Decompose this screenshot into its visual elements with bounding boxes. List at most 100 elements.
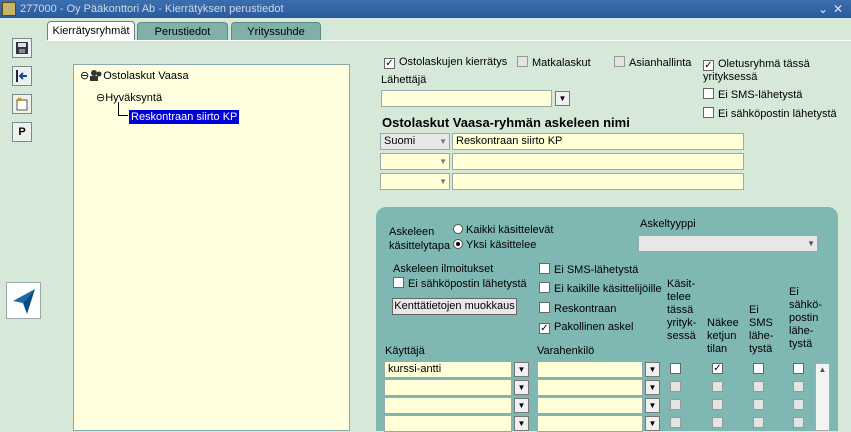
ei-sahkoposti-row-checkbox[interactable] <box>793 399 804 410</box>
pakollinen-checkbox[interactable]: ✓ Pakollinen askel <box>539 321 634 334</box>
lahettaja-input[interactable] <box>381 90 552 107</box>
user-input[interactable] <box>384 415 512 432</box>
deputy-dropdown-icon[interactable]: ▼ <box>645 398 660 413</box>
window-title: 277000 - Oy Pääkonttori Ab - Kierrätykse… <box>20 3 284 15</box>
checkbox-box: ✓ <box>703 60 714 71</box>
step-ei-sms-checkbox[interactable]: Ei SMS-lähetystä <box>539 263 638 276</box>
checkbox-box <box>703 107 714 118</box>
tab-yrityssuhde[interactable]: Yrityssuhde <box>231 22 321 41</box>
asianhallinta-checkbox[interactable]: Asianhallinta <box>614 56 691 69</box>
deputy-input[interactable] <box>537 415 643 432</box>
exit-icon[interactable] <box>12 66 32 86</box>
kasittelee-checkbox[interactable] <box>670 381 681 392</box>
checkbox-box <box>539 282 550 293</box>
checkbox-box <box>703 88 714 99</box>
col-kasittelee-header: Käsit-telee tässä yrityk-sessä <box>667 278 697 342</box>
step-name-input-3[interactable] <box>452 173 744 190</box>
ei-sahkoposti-row-checkbox[interactable] <box>793 363 804 374</box>
user-dropdown-icon[interactable]: ▼ <box>514 380 529 395</box>
nakee-checkbox[interactable] <box>712 381 723 392</box>
chevron-down-icon: ▼ <box>439 137 447 146</box>
ostolaskut-checkbox[interactable]: ✓ Ostolaskujen kierrätys <box>384 56 507 69</box>
floppy-icon[interactable] <box>12 38 32 58</box>
user-input[interactable]: kurssi-antti <box>384 361 512 378</box>
kasittelytapa-label-2: käsittelytapa <box>389 240 451 252</box>
radio-button <box>453 239 463 249</box>
deputy-dropdown-icon[interactable]: ▼ <box>645 380 660 395</box>
lang-select-2[interactable]: ▼ <box>380 153 450 170</box>
kasittelytapa-label-1: Askeleen <box>389 226 435 238</box>
kenttatiedot-button[interactable]: Kenttätietojen muokkaus <box>392 298 517 315</box>
ei-sahkoposti-row-checkbox[interactable] <box>793 417 804 428</box>
ei-sahkoposti-checkbox[interactable]: Ei sähköpostin lähetystä <box>703 107 837 120</box>
checkbox-box: ✓ <box>384 58 395 69</box>
grid-scrollbar[interactable]: ▲ <box>815 363 830 431</box>
nakee-checkbox[interactable]: ✓ <box>712 363 723 374</box>
company-logo-icon <box>6 282 41 319</box>
user-dropdown-icon[interactable]: ▼ <box>514 398 529 413</box>
varahenkilo-label: Varahenkilö <box>537 345 595 357</box>
p-button[interactable]: P <box>12 122 32 142</box>
radio-kaikki[interactable]: Kaikki käsittelevät <box>453 224 553 236</box>
user-dropdown-icon[interactable]: ▼ <box>514 416 529 431</box>
kasittelee-checkbox[interactable] <box>670 399 681 410</box>
close-icon[interactable]: ✕ <box>833 0 843 18</box>
tab-perustiedot[interactable]: Perustiedot <box>137 22 228 41</box>
ei-sms-row-checkbox[interactable] <box>753 381 764 392</box>
radio-yksi[interactable]: Yksi käsittelee <box>453 239 536 251</box>
chevron-down-icon: ▼ <box>807 239 815 248</box>
ei-kaikille-checkbox[interactable]: Ei kaikille käsittelijöille <box>539 282 662 295</box>
collapse-icon[interactable]: ⊖ <box>80 70 89 82</box>
col-nakee-header: Näkee ketjun tilan <box>707 317 739 355</box>
checkbox-box <box>539 302 550 313</box>
users-icon <box>89 69 103 81</box>
collapse-icon[interactable]: ⊖ <box>96 92 105 104</box>
new-icon[interactable] <box>12 94 32 114</box>
tree-node-child[interactable]: ⊖Hyväksyntä <box>96 91 162 104</box>
lang-select-1[interactable]: Suomi ▼ <box>380 133 450 150</box>
checkbox-box <box>393 277 404 288</box>
step-name-input-2[interactable] <box>452 153 744 170</box>
ei-sahkoposti-row-checkbox[interactable] <box>793 381 804 392</box>
reskontraan-checkbox[interactable]: Reskontraan <box>539 302 616 315</box>
deputy-input[interactable] <box>537 379 643 396</box>
user-input[interactable] <box>384 379 512 396</box>
checkbox-box <box>614 56 625 67</box>
ei-sms-row-checkbox[interactable] <box>753 417 764 428</box>
lang-select-3[interactable]: ▼ <box>380 173 450 190</box>
tree-node-leaf[interactable]: Reskontraan siirto KP <box>129 110 240 124</box>
left-toolbar: P <box>0 18 45 431</box>
scroll-up-icon[interactable]: ▲ <box>816 364 829 376</box>
tab-kierratysryhmat[interactable]: Kierrätysryhmät <box>47 21 135 41</box>
step-name-input-1[interactable]: Reskontraan siirto KP <box>452 133 744 150</box>
askeltyyppi-select[interactable]: ▼ <box>638 235 818 252</box>
col-ei-sahkoposti-header: Ei sähkö-postin lähe-tystä <box>789 286 823 350</box>
nakee-checkbox[interactable] <box>712 399 723 410</box>
radio-button <box>453 224 463 234</box>
deputy-dropdown-icon[interactable]: ▼ <box>645 362 660 377</box>
ei-sms-checkbox[interactable]: Ei SMS-lähetystä <box>703 88 802 101</box>
chevron-down-icon: ▼ <box>439 177 447 186</box>
checkbox-box <box>539 263 550 274</box>
matkalaskut-checkbox[interactable]: Matkalaskut <box>517 56 591 69</box>
kasittelee-checkbox[interactable] <box>670 417 681 428</box>
ei-sms-row-checkbox[interactable] <box>753 363 764 374</box>
askeltyyppi-label: Askeltyyppi <box>640 218 696 230</box>
group-tree: ⊖ Ostolaskut Vaasa ⊖Hyväksyntä Reskontraa… <box>73 64 350 431</box>
chevron-down-icon: ▼ <box>439 157 447 166</box>
ei-sms-row-checkbox[interactable] <box>753 399 764 410</box>
tree-node-root[interactable]: ⊖ Ostolaskut Vaasa <box>80 69 189 82</box>
step-ei-sahkoposti-checkbox[interactable]: Ei sähköpostin lähetystä <box>393 277 527 290</box>
title-bar: 277000 - Oy Pääkonttori Ab - Kierrätykse… <box>0 0 851 18</box>
deputy-input[interactable] <box>537 361 643 378</box>
lahettaja-dropdown-icon[interactable]: ▼ <box>555 91 570 106</box>
kayttaja-label: Käyttäjä <box>385 345 425 357</box>
deputy-input[interactable] <box>537 397 643 414</box>
oletusryhma-checkbox[interactable]: ✓ Oletusryhmä tässä yrityksessä <box>703 58 833 84</box>
deputy-dropdown-icon[interactable]: ▼ <box>645 416 660 431</box>
kasittelee-checkbox[interactable] <box>670 363 681 374</box>
user-dropdown-icon[interactable]: ▼ <box>514 362 529 377</box>
user-input[interactable] <box>384 397 512 414</box>
minimize-icon[interactable]: ⌄ <box>818 0 828 18</box>
nakee-checkbox[interactable] <box>712 417 723 428</box>
